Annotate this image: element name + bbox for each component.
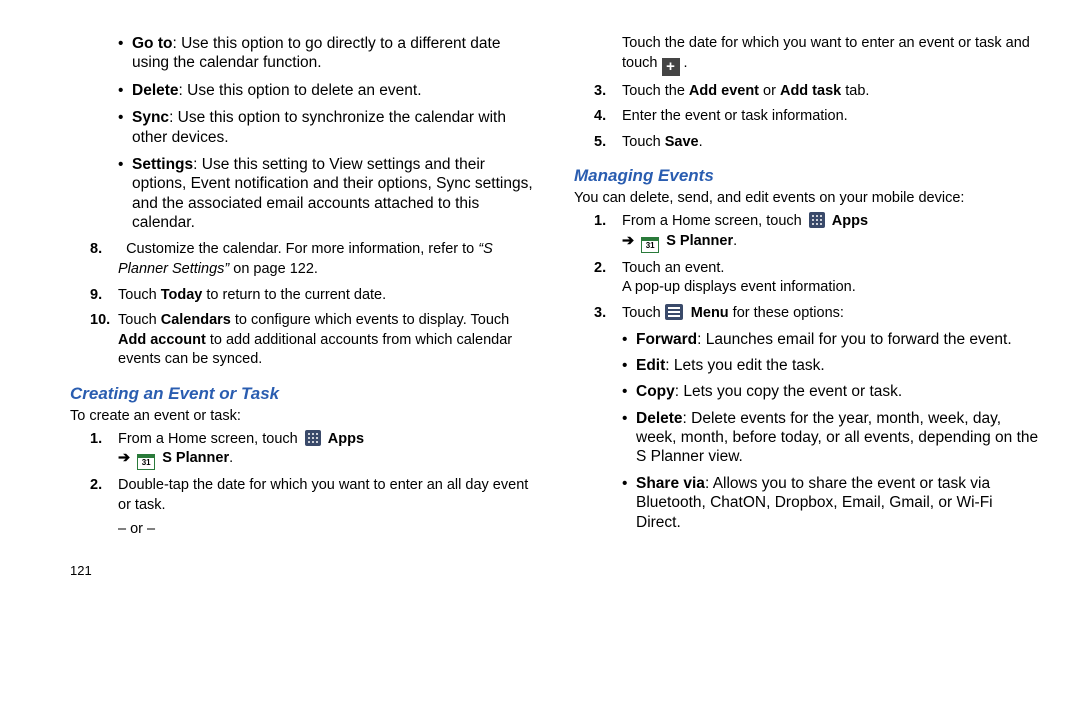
arrow-icon: ➔ [118, 450, 130, 466]
left-column: Go to: Use this option to go directly to… [10, 34, 554, 578]
bullet-sharevia: Share via: Allows you to share the event… [574, 474, 1040, 532]
creating-step-2: 2. Double-tap the date for which you wan… [70, 476, 536, 515]
options-bullet-list: Go to: Use this option to go directly to… [70, 34, 536, 232]
splanner-icon: 31 [641, 237, 659, 253]
arrow-icon: ➔ [622, 233, 634, 249]
right-column: Touch the date for which you want to ent… [554, 34, 1050, 578]
plus-icon: + [662, 58, 680, 76]
bullet-sync: Sync: Use this option to synchronize the… [70, 108, 536, 147]
step2-continued: Touch the date for which you want to ent… [574, 34, 1040, 76]
step-9: 9. Touch Today to return to the current … [70, 286, 536, 306]
apps-icon [809, 212, 825, 228]
heading-creating: Creating an Event or Task [70, 384, 536, 404]
bullet-delete2: Delete: Delete events for the year, mont… [574, 409, 1040, 467]
numbered-steps-8-10: 8. Customize the calendar. For more info… [70, 240, 536, 369]
managing-steps: 1. From a Home screen, touch Apps ➔ 31 S… [574, 212, 1040, 323]
bullet-goto: Go to: Use this option to go directly to… [70, 34, 536, 73]
managing-step-2: 2. Touch an event. A pop-up displays eve… [574, 259, 1040, 298]
bullet-copy: Copy: Lets you copy the event or task. [574, 382, 1040, 401]
intro-managing: You can delete, send, and edit events on… [574, 190, 1040, 206]
page-number: 121 [70, 563, 536, 578]
managing-step-1: 1. From a Home screen, touch Apps ➔ 31 S… [574, 212, 1040, 253]
bullet-edit: Edit: Lets you edit the task. [574, 356, 1040, 375]
step-3: 3. Touch the Add event or Add task tab. [574, 82, 1040, 102]
step-10: 10. Touch Calendars to configure which e… [70, 311, 536, 370]
menu-icon [665, 304, 683, 320]
steps-3-5: 3. Touch the Add event or Add task tab. … [574, 82, 1040, 153]
bullet-delete: Delete: Use this option to delete an eve… [70, 81, 536, 100]
creating-steps: 1. From a Home screen, touch Apps ➔ 31 S… [70, 430, 536, 516]
step-4: 4. Enter the event or task information. [574, 107, 1040, 127]
menu-options-bullets: Forward: Launches email for you to forwa… [574, 330, 1040, 532]
creating-step-1: 1. From a Home screen, touch Apps ➔ 31 S… [70, 430, 536, 471]
managing-step-3: 3. Touch Menu for these options: [574, 304, 1040, 324]
intro-creating: To create an event or task: [70, 408, 536, 424]
step-5: 5. Touch Save. [574, 133, 1040, 153]
bullet-settings: Settings: Use this setting to View setti… [70, 155, 536, 233]
manual-page: Go to: Use this option to go directly to… [0, 0, 1080, 598]
or-divider: – or – [70, 521, 536, 537]
heading-managing: Managing Events [574, 166, 1040, 186]
step-8: 8. Customize the calendar. For more info… [70, 240, 536, 279]
splanner-icon: 31 [137, 454, 155, 470]
bullet-forward: Forward: Launches email for you to forwa… [574, 330, 1040, 349]
apps-icon [305, 430, 321, 446]
